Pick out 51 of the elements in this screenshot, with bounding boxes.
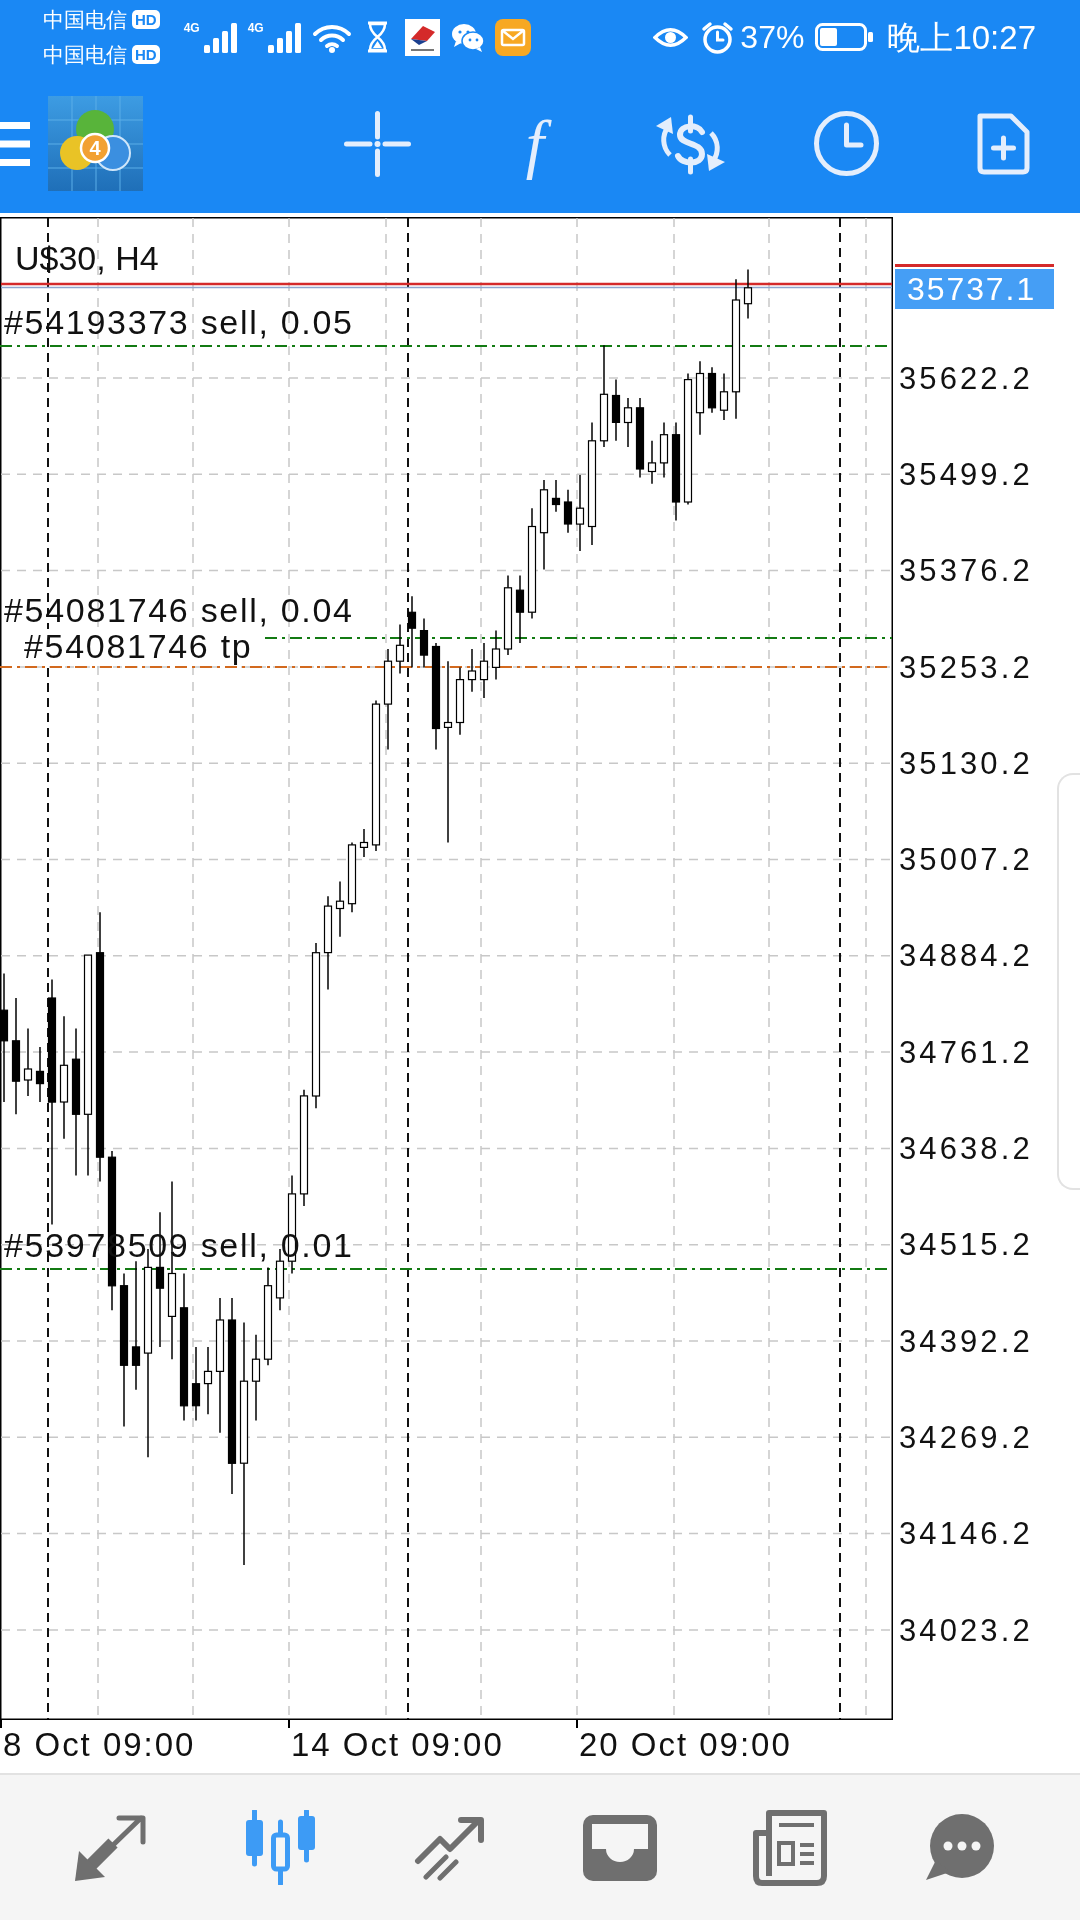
price-axis-label: 34392.2 (899, 1325, 1033, 1357)
price-axis-label: 35253.2 (899, 651, 1033, 683)
chat-icon[interactable] (923, 1813, 997, 1882)
price-axis-label: 34515.2 (899, 1229, 1033, 1261)
function-button[interactable]: f (505, 100, 565, 187)
current-price-label: 35737.1 (895, 269, 1054, 309)
price-axis-label: 34884.2 (899, 940, 1033, 972)
price-axis-label: 34146.2 (899, 1518, 1033, 1550)
price-axis-label: 35499.2 (899, 458, 1033, 490)
time-axis-label: 14 Oct 09:00 (291, 1726, 504, 1763)
clock-time: 晚上10:27 (887, 20, 1036, 54)
trend-arrow-icon[interactable] (413, 1814, 487, 1881)
side-panel-handle[interactable] (1057, 773, 1080, 1190)
app-logo-icon[interactable] (48, 96, 143, 191)
time-axis-label: 8 Oct 09:00 (3, 1726, 196, 1763)
signal-icon (201, 21, 238, 53)
carrier-name: 中国电信 (43, 9, 127, 30)
hd-badge: HD (132, 45, 160, 64)
price-axis-label: 35007.2 (899, 844, 1033, 876)
take-profit-label: #54081746 tp (24, 629, 253, 663)
hd-badge: HD (132, 10, 160, 29)
crosshair-icon[interactable] (344, 110, 411, 177)
price-axis-label: 34638.2 (899, 1133, 1033, 1164)
time-axis-label: 20 Oct 09:00 (579, 1726, 792, 1763)
mail-icon (494, 18, 531, 56)
wechat-icon (450, 22, 485, 52)
symbol-timeframe-label: U$30, H4 (15, 241, 159, 275)
double-arrow-icon[interactable] (72, 1812, 148, 1883)
clock-icon[interactable] (813, 110, 880, 177)
price-axis-label: 35130.2 (899, 747, 1033, 779)
carrier-name: 中国电信 (43, 44, 127, 65)
hourglass-icon (365, 21, 389, 53)
signal-icon (265, 21, 302, 53)
menu-icon[interactable] (0, 121, 30, 166)
network-type-label: 4G (183, 22, 200, 34)
price-axis-label: 35622.2 (899, 362, 1033, 394)
price-axis-label: 34269.2 (899, 1421, 1033, 1453)
price-axis-label: 34761.2 (899, 1036, 1033, 1068)
alarm-icon (701, 20, 735, 54)
price-axis-label: 35376.2 (899, 555, 1033, 587)
newspaper-icon[interactable] (752, 1808, 828, 1887)
order-label: #54193373 sell, 0.05 (4, 305, 354, 339)
news-app-icon (404, 18, 440, 56)
network-type-label: 4G (247, 22, 264, 34)
battery-icon (815, 23, 874, 51)
order-label: #54081746 sell, 0.04 (4, 593, 354, 627)
new-document-icon[interactable] (975, 112, 1030, 175)
logo-number: 4 (88, 137, 102, 159)
price-axis-label: 34023.2 (899, 1614, 1033, 1646)
battery-percentage: 37% (740, 21, 805, 53)
inbox-icon[interactable] (583, 1814, 657, 1881)
